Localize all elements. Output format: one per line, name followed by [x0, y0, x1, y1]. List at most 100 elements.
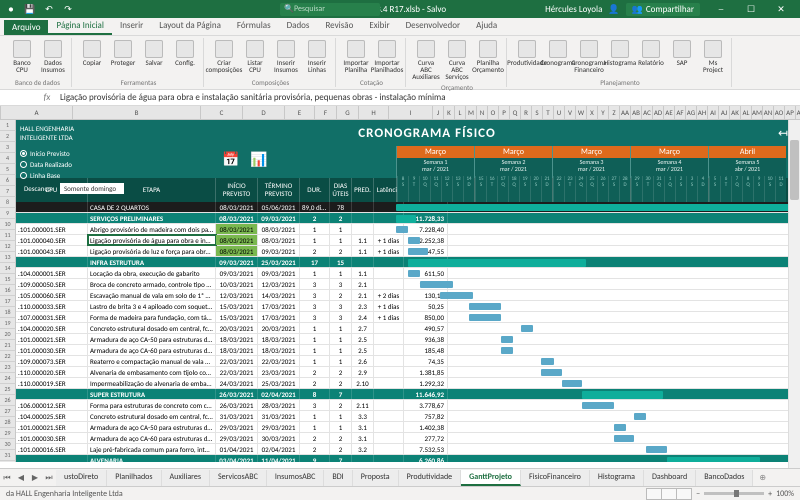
cell-pred[interactable]: 1.1 — [352, 268, 374, 278]
cell-etapa[interactable]: Laje pré-fabricada comum para forro, int… — [88, 444, 216, 454]
column-header[interactable]: AP — [785, 106, 796, 119]
share-button[interactable]: 👥 Compartilhar — [626, 3, 700, 16]
ribbon-tab[interactable]: Revisão — [317, 18, 361, 35]
cell-termino[interactable]: 28/03/2021 — [258, 400, 300, 410]
cell-cpu[interactable]: .101.000030.SER — [16, 345, 88, 355]
cell-dur[interactable]: 1 — [300, 268, 330, 278]
row-header[interactable]: 26 — [0, 395, 16, 406]
cell-cpu[interactable]: .107.000031.SER — [16, 312, 88, 322]
cell-termino[interactable]: 08/03/2021 — [258, 224, 300, 234]
ribbon-tab[interactable]: Dados — [279, 18, 318, 35]
timeline-mode-icon[interactable]: 📊 — [248, 148, 270, 170]
column-header[interactable]: AC — [642, 106, 653, 119]
search-box[interactable]: 🔍 Pesquisar — [280, 3, 380, 16]
column-header[interactable]: N — [477, 106, 488, 119]
cell-pred[interactable]: 3.1 — [352, 422, 374, 432]
column-header[interactable]: O — [488, 106, 499, 119]
row-header[interactable]: 23 — [0, 362, 16, 373]
sheet-tab[interactable]: Proposta — [353, 470, 399, 486]
row-header[interactable]: 30 — [0, 439, 16, 450]
cell-dias[interactable]: 7 — [330, 389, 352, 399]
cell-dias[interactable]: 1 — [330, 235, 352, 245]
cell-inicio[interactable]: 10/03/2021 — [216, 279, 258, 289]
cell-pred[interactable]: 2.1 — [352, 290, 374, 300]
cell-dias[interactable]: 3 — [330, 301, 352, 311]
cell-pred[interactable]: 3.2 — [352, 444, 374, 454]
cell-inicio[interactable]: 24/03/2021 — [216, 378, 258, 388]
row-header[interactable]: 12 — [0, 241, 16, 252]
cell-etapa[interactable]: Forma de madeira para fundação, com tábu… — [88, 312, 216, 322]
cell-dias[interactable]: 15 — [330, 257, 352, 267]
column-header[interactable]: AH — [697, 106, 708, 119]
maximize-icon[interactable]: ☐ — [736, 0, 766, 18]
ribbon-button[interactable]: Proteger — [109, 38, 137, 68]
column-header[interactable]: AE — [664, 106, 675, 119]
ribbon-button[interactable]: Importar Planilha — [342, 38, 370, 75]
cell-dur[interactable]: 2 — [300, 378, 330, 388]
tab-file[interactable]: Arquivo — [4, 20, 48, 35]
cell-etapa[interactable]: Concreto estrutural dosado em central, f… — [88, 323, 216, 333]
row-header[interactable]: 31 — [0, 450, 16, 461]
cell-termino[interactable]: 25/03/2021 — [258, 378, 300, 388]
cell-pred[interactable]: 2.5 — [352, 345, 374, 355]
cell-cpu[interactable] — [16, 257, 88, 267]
cell-pred[interactable]: 2.7 — [352, 323, 374, 333]
cell-termino[interactable]: 11/04/2021 — [258, 455, 300, 462]
ribbon-button[interactable]: Banco CPU — [8, 38, 36, 75]
cell-etapa[interactable]: Ligação provisória de luz e força para o… — [88, 246, 216, 256]
cell-cpu[interactable] — [16, 213, 88, 223]
column-header[interactable]: X — [587, 106, 598, 119]
column-header[interactable]: M — [466, 106, 477, 119]
cell-etapa[interactable]: Broca de concreto armado, controle tipo … — [88, 279, 216, 289]
data-row[interactable]: .106.000012.SERForma para estruturas de … — [16, 400, 800, 411]
cell-dur[interactable]: 89,0 dias — [300, 202, 330, 212]
cell-inicio[interactable]: 29/03/2021 — [216, 422, 258, 432]
data-row[interactable]: .110.000033.SERLastro de brita 3 e 4 api… — [16, 301, 800, 312]
cell-etapa[interactable]: Forma para estruturas de concreto com ch… — [88, 400, 216, 410]
cell-dur[interactable]: 1 — [300, 323, 330, 333]
zoom-level[interactable]: 100% — [776, 489, 794, 499]
hdr-dias[interactable]: DIAS ÚTEIS — [330, 178, 352, 202]
cell-etapa[interactable]: Armadura de aço CA-50 para estruturas de… — [88, 422, 216, 432]
cell-cpu[interactable]: .110.000019.SER — [16, 378, 88, 388]
cell-cpu[interactable]: .101.000016.SER — [16, 444, 88, 454]
row-header[interactable]: 24 — [0, 373, 16, 384]
column-header[interactable]: F — [315, 106, 337, 119]
cell-dias[interactable]: 2 — [330, 378, 352, 388]
cell-cpu[interactable]: .110.000020.SER — [16, 367, 88, 377]
sheet-tab[interactable]: Planilhados — [107, 470, 161, 486]
data-row[interactable]: .110.000020.SERAlvenaria de embasamento … — [16, 367, 800, 378]
cell-termino[interactable]: 09/03/2021 — [258, 246, 300, 256]
column-header[interactable]: T — [543, 106, 554, 119]
cell-dias[interactable]: 1 — [330, 323, 352, 333]
cell-termino[interactable]: 31/03/2021 — [258, 411, 300, 421]
cell-termino[interactable]: 22/03/2021 — [258, 356, 300, 366]
cell-etapa[interactable]: Escavação manual de vala em solo de 1ª c… — [88, 290, 216, 300]
data-row[interactable]: .110.000019.SERImpermeabilização de alve… — [16, 378, 800, 389]
cell-dias[interactable]: 2 — [330, 213, 352, 223]
cell-termino[interactable]: 05/06/2021 — [258, 202, 300, 212]
cell-termino[interactable]: 18/03/2021 — [258, 345, 300, 355]
sheet-tab[interactable]: FisicoFinanceiro — [521, 470, 590, 486]
column-header[interactable]: S — [532, 106, 543, 119]
cell-termino[interactable]: 09/03/2021 — [258, 268, 300, 278]
cell-dias[interactable]: 1 — [330, 422, 352, 432]
cell-cpu[interactable]: .101.000043.SER — [16, 246, 88, 256]
ribbon-button[interactable]: Salvar — [140, 38, 168, 68]
hdr-inicio[interactable]: INÍCIO PREVISTO — [216, 178, 258, 202]
sheet-tab[interactable]: Histograma — [590, 470, 644, 486]
sheet-tab[interactable]: Dashboard — [644, 470, 696, 486]
cell-cpu[interactable]: .105.000060.SER — [16, 290, 88, 300]
user-name[interactable]: Hércules Loyola — [545, 4, 602, 15]
sheet-tab[interactable]: BDI — [324, 470, 352, 486]
row-header[interactable]: 1 — [0, 120, 16, 131]
cell-termino[interactable]: 23/03/2021 — [258, 367, 300, 377]
cell-inicio[interactable]: 26/03/2021 — [216, 389, 258, 399]
column-header[interactable]: B — [73, 106, 201, 119]
cell-dur[interactable]: 2 — [300, 367, 330, 377]
sheet-nav-first-icon[interactable]: ⏮ — [0, 473, 14, 483]
ribbon-tab[interactable]: Ajuda — [468, 18, 505, 35]
cell-pred[interactable]: 2.6 — [352, 356, 374, 366]
cell-etapa[interactable]: SERVIÇOS PRELIMINARES — [88, 213, 216, 223]
ribbon-tab[interactable]: Desenvolvedor — [398, 18, 468, 35]
